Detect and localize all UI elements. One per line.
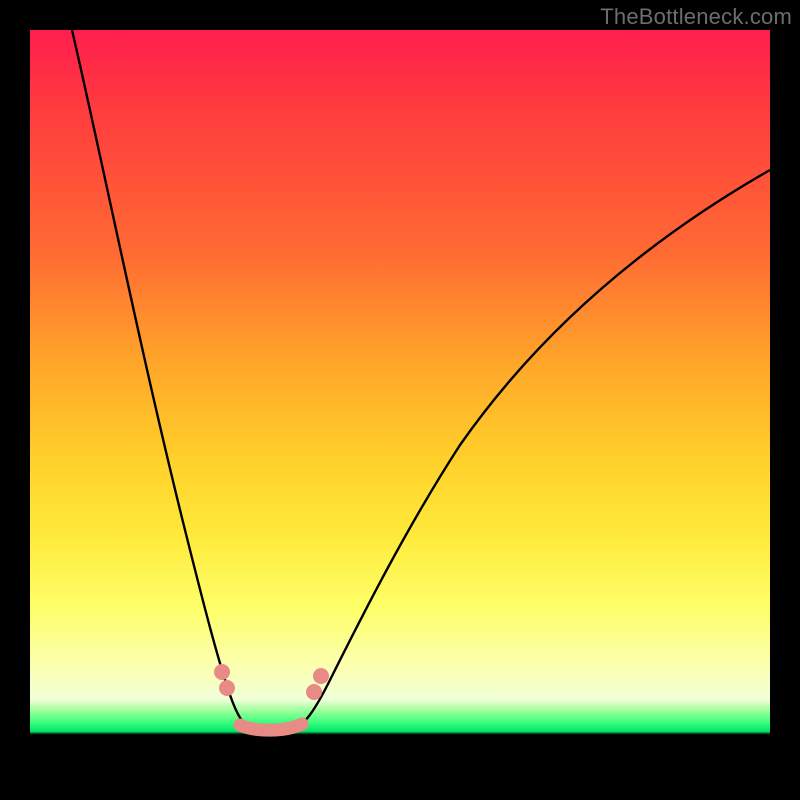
watermark-text: TheBottleneck.com <box>600 4 792 30</box>
marker-left-upper <box>214 664 230 680</box>
bottleneck-curve <box>30 30 770 770</box>
chart-frame <box>30 30 770 770</box>
marker-right-upper <box>313 668 329 684</box>
curve-left-branch <box>72 30 252 730</box>
curve-right-branch <box>292 170 770 730</box>
highlight-trough-segment <box>240 724 302 730</box>
marker-right-lower <box>306 684 322 700</box>
marker-left-lower <box>219 680 235 696</box>
